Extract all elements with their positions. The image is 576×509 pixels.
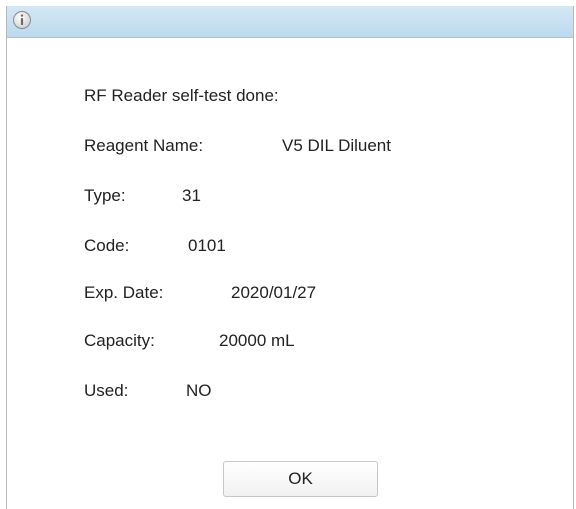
dialog-titlebar [7,6,573,38]
code-row: Code: 0101 [84,236,226,256]
type-label: Type: [84,186,126,205]
exp-date-label: Exp. Date: [84,283,164,302]
capacity-row: Capacity: 20000 mL [84,331,295,351]
capacity-value: 20000 mL [219,331,295,350]
reagent-name-row: Reagent Name: V5 DIL Diluent [84,136,391,156]
used-label: Used: [84,381,129,400]
used-row: Used: NO [84,381,212,401]
exp-date-value: 2020/01/27 [231,283,317,302]
capacity-label: Capacity: [84,331,155,350]
code-value: 0101 [188,236,226,255]
type-row: Type: 31 [84,186,201,206]
ok-button[interactable]: OK [223,461,378,497]
info-icon [13,11,31,29]
reagent-name-label: Reagent Name: [84,136,204,155]
reagent-name-value: V5 DIL Diluent [282,136,391,155]
dialog-heading: RF Reader self-test done: [84,86,279,105]
type-value: 31 [182,186,201,205]
exp-date-row: Exp. Date: 2020/01/27 [84,283,316,303]
message-dialog: RF Reader self-test done: Reagent Name: … [6,6,574,509]
used-value: NO [186,381,212,400]
code-label: Code: [84,236,130,255]
